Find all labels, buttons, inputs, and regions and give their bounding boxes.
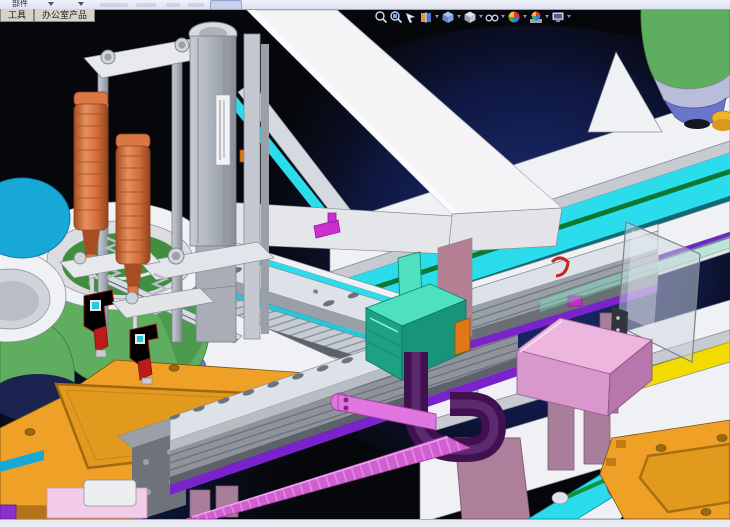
chevron-down-icon[interactable] — [78, 2, 84, 6]
chevron-down-icon[interactable] — [567, 15, 571, 18]
zoom-to-area-icon[interactable] — [389, 10, 403, 24]
command-bar-label[interactable]: 部件 — [12, 0, 28, 9]
toolbar-disabled-item — [166, 3, 180, 7]
tab-office-products[interactable]: 办公室产品 — [34, 9, 95, 22]
apply-scene-icon[interactable] — [529, 10, 543, 24]
previous-view-icon[interactable] — [404, 10, 418, 24]
chevron-down-icon[interactable] — [479, 15, 483, 18]
heads-up-toolbar — [374, 9, 572, 24]
tab-tools[interactable]: 工具 — [0, 9, 34, 22]
chevron-down-icon[interactable] — [545, 15, 549, 18]
command-bar: 部件 — [0, 0, 730, 10]
toolbar-disabled-item — [136, 3, 156, 7]
chevron-down-icon[interactable] — [523, 15, 527, 18]
hide-show-items-icon[interactable] — [485, 10, 499, 24]
toolbar-active-button[interactable] — [210, 0, 242, 10]
toolbar-disabled-item — [188, 3, 204, 7]
edit-appearance-icon[interactable] — [507, 10, 521, 24]
view-settings-icon[interactable] — [551, 10, 565, 24]
zoom-to-fit-icon[interactable] — [374, 10, 388, 24]
display-style-icon[interactable] — [463, 10, 477, 24]
commandmanager-tabs: 工具 办公室产品 — [0, 9, 95, 22]
section-view-icon[interactable] — [419, 10, 433, 24]
chevron-down-icon[interactable] — [48, 2, 54, 6]
chevron-down-icon[interactable] — [457, 15, 461, 18]
viewport-3d[interactable] — [0, 0, 730, 526]
view-orientation-icon[interactable] — [441, 10, 455, 24]
chevron-down-icon[interactable] — [501, 15, 505, 18]
toolbar-disabled-item — [100, 3, 128, 7]
chevron-down-icon[interactable] — [435, 15, 439, 18]
